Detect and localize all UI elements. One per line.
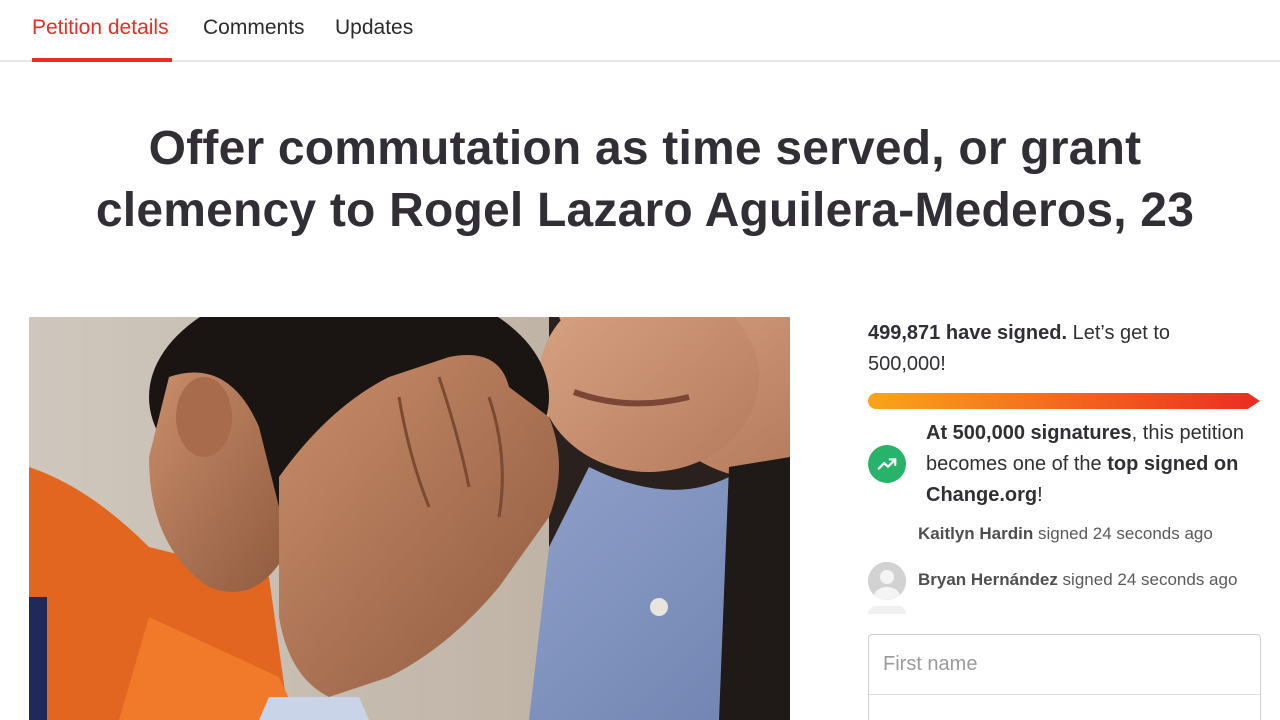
tab-bar: Petition details Comments Updates [0,0,1280,62]
petition-photo-image [29,317,790,720]
signature-count-text: 499,871 have signed. [868,322,1068,344]
signer-action: signed 24 seconds ago [1033,524,1213,543]
milestone-bold-signatures: At 500,000 signatures [926,422,1132,444]
petition-photo [29,317,790,720]
signature-progress-fill [868,393,1260,409]
signer-name: Bryan Hernández [918,570,1058,589]
sign-petition-form [868,634,1261,720]
trending-up-icon [868,445,906,483]
petition-title-line-2: clemency to Rogel Lazaro Aguilera-Medero… [95,184,1195,237]
signer-name: Kaitlyn Hardin [918,524,1034,543]
signature-progress-bar [868,393,1260,409]
signature-goal-value: 500,000! [868,353,946,375]
milestone-text: At 500,000 signatures, this petition bec… [926,418,1260,511]
avatar-faded [868,606,906,614]
tab-comments[interactable]: Comments [203,16,305,40]
tab-updates[interactable]: Updates [335,16,413,40]
first-name-field[interactable] [869,635,1260,695]
tab-petition-details[interactable]: Petition details [32,16,169,40]
user-avatar-icon [868,562,906,600]
active-tab-indicator [32,58,172,62]
signature-count: 499,871 have signed. Let’s get to 500,00… [868,318,1260,380]
avatar [868,562,906,600]
petition-title: Offer commutation as time served, or gra… [40,118,1250,242]
petition-title-line-1: Offer commutation as time served, or gra… [148,122,1142,175]
milestone-text-part-2: ! [1037,484,1043,506]
signature-goal-text: Let’s get to [1067,322,1171,344]
signer-action: signed 24 seconds ago [1057,570,1238,589]
